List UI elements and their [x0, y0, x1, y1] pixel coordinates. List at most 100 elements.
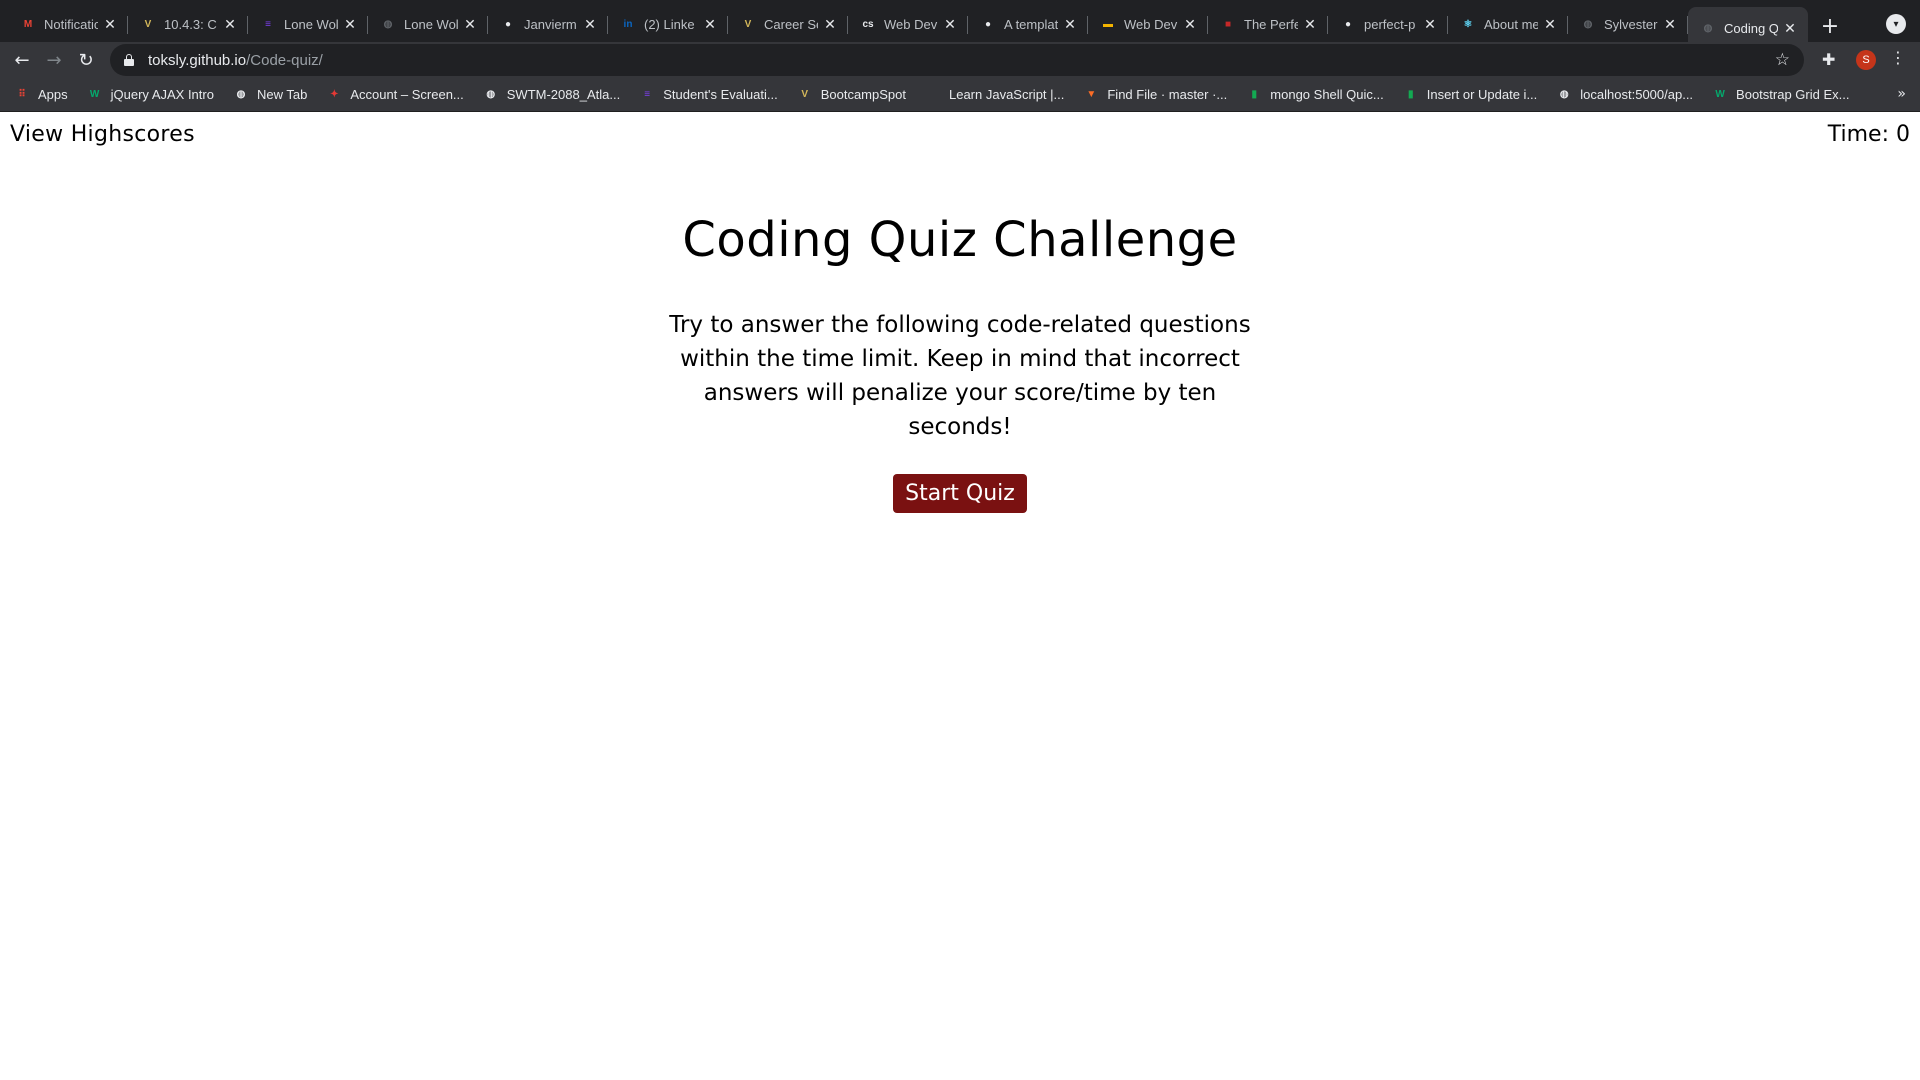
bookmark-label: Student's Evaluati...	[663, 87, 778, 102]
bookmark-item[interactable]: ▮ mongo Shell Quic...	[1246, 81, 1392, 109]
js-icon	[925, 87, 941, 103]
globe-icon: ◍	[1703, 22, 1713, 34]
react-icon: ⚛	[1463, 19, 1473, 30]
quiz-title: Coding Quiz Challenge	[682, 212, 1238, 268]
bookmark-item[interactable]: ◍ localhost:5000/ap...	[1556, 81, 1702, 109]
bookmark-item[interactable]: W Bootstrap Grid Ex...	[1712, 81, 1858, 109]
tab-title: Coding Q	[1724, 20, 1778, 36]
bookmark-label: jQuery AJAX Intro	[110, 87, 214, 102]
url-path: /Code-quiz/	[246, 51, 323, 69]
start-quiz-button[interactable]: Start Quiz	[893, 474, 1027, 513]
apps-grid-icon: ⠿	[18, 89, 26, 100]
tab-close-icon[interactable]: ✕	[582, 16, 598, 33]
tab-close-icon[interactable]: ✕	[1302, 16, 1318, 33]
bookmark-label: localhost:5000/ap...	[1580, 87, 1694, 102]
bookmark-label: New Tab	[256, 87, 308, 102]
tab-close-icon[interactable]: ✕	[702, 16, 718, 33]
bookmark-item[interactable]: ✦ Account – Screen...	[326, 81, 472, 109]
address-bar[interactable]: toksly.github.io/Code-quiz/ ☆	[110, 44, 1804, 76]
github-icon: ●	[504, 19, 512, 30]
bookmark-item[interactable]: V BootcampSpot	[797, 81, 915, 109]
mongo-leaf-icon: ▮	[1251, 89, 1258, 100]
gitlab-icon: ▼	[1086, 89, 1097, 100]
kebab-menu-icon[interactable]: ⋮	[1890, 48, 1906, 67]
bookmark-item[interactable]: ◍ New Tab	[233, 81, 316, 109]
tab-close-icon[interactable]: ✕	[222, 16, 238, 33]
new-tab-button[interactable]: +	[1814, 11, 1846, 43]
linkedin-icon: in	[623, 19, 633, 30]
w3-icon: W	[89, 89, 100, 100]
bookmark-label: SWTM-2088_Atla...	[506, 87, 621, 102]
tab-title: Lone Wol	[284, 17, 338, 32]
back-icon[interactable]: ←	[6, 44, 38, 76]
bookmark-star-icon[interactable]: ☆	[1775, 50, 1790, 70]
bookmark-item[interactable]: ▮ Insert or Update i...	[1403, 81, 1547, 109]
bookmarks-overflow-icon[interactable]: »	[1897, 86, 1906, 102]
slides-icon: ▬	[1103, 19, 1113, 30]
vanderbilt-icon: V	[144, 19, 152, 30]
tab-title: Notificatio	[44, 17, 98, 32]
bookmarks-bar: ⠿ Apps WjQuery AJAX Intro ◍ New Tab ✦ Account …	[0, 78, 1920, 112]
extensions-puzzle-icon[interactable]: ✚	[1822, 50, 1835, 69]
tab-close-icon[interactable]: ✕	[1062, 16, 1078, 33]
tab-close-icon[interactable]: ✕	[1782, 20, 1798, 37]
bookmark-label: BootcampSpot	[820, 87, 906, 102]
tab-title: The Perfe	[1244, 17, 1298, 32]
globe-icon: ◍	[236, 89, 246, 100]
tab-close-icon[interactable]: ✕	[1182, 16, 1198, 33]
tab-search-icon[interactable]: ▾	[1886, 14, 1906, 34]
vanderbilt-icon: V	[744, 19, 752, 30]
w3-icon: W	[1715, 89, 1725, 100]
bookmark-label: Learn JavaScript |...	[948, 87, 1065, 102]
red-icon: ■	[1224, 19, 1232, 30]
browser-toolbar: ← → ↻ toksly.github.io/Code-quiz/ ☆ ✚ S …	[0, 42, 1920, 78]
tab-title: Sylvester	[1604, 17, 1658, 32]
bookmark-item[interactable]: ▼ Find File · master ·...	[1083, 81, 1236, 109]
screencast-icon: ✦	[330, 89, 339, 100]
url-host: toksly.github.io	[148, 51, 247, 69]
bookmark-label: Account – Screen...	[350, 87, 464, 102]
bookmark-label: Apps	[38, 87, 68, 102]
tab-close-icon[interactable]: ✕	[1422, 16, 1438, 33]
bookmark-label: Bootstrap Grid Ex...	[1736, 87, 1850, 102]
tab-close-icon[interactable]: ✕	[942, 16, 958, 33]
profile-avatar[interactable]: S	[1856, 50, 1876, 70]
reload-icon[interactable]: ↻	[70, 44, 102, 76]
tab-title: (2) Linke	[644, 17, 695, 32]
tab-close-icon[interactable]: ✕	[342, 16, 358, 33]
tab-close-icon[interactable]: ✕	[1662, 16, 1678, 33]
globe-icon: ◍	[1559, 89, 1569, 100]
vanderbilt-icon: V	[801, 89, 809, 100]
tab-close-icon[interactable]: ✕	[462, 16, 478, 33]
bookmark-label: Find File · master ·...	[1107, 87, 1228, 102]
timer-display: Time: 0	[1827, 122, 1910, 147]
lock-icon[interactable]	[124, 54, 134, 66]
bookmark-item[interactable]: ≡ Student's Evaluati...	[639, 81, 787, 109]
github-icon: ●	[984, 19, 992, 30]
globe-icon: ◍	[383, 19, 393, 30]
tab-close-icon[interactable]: ✕	[822, 16, 838, 33]
tab-title: Career Se	[764, 17, 818, 32]
bookmark-label: mongo Shell Quic...	[1270, 87, 1384, 102]
page-content: View Highscores Time: 0 Coding Quiz Chal…	[0, 112, 1920, 1080]
github-icon: ●	[1344, 19, 1352, 30]
purple-list-icon: ≡	[265, 19, 271, 30]
tab-title: Janvierm	[524, 17, 577, 32]
bookmark-item[interactable]: ⠿ Apps	[14, 81, 77, 109]
purple-list-icon: ≡	[644, 89, 651, 100]
forward-icon[interactable]: →	[38, 44, 70, 76]
bookmark-item[interactable]: WjQuery AJAX Intro	[87, 81, 223, 109]
view-highscores-link[interactable]: View Highscores	[10, 122, 195, 147]
bookmark-label: Insert or Update i...	[1426, 87, 1538, 102]
tab-title: Web Dev	[1124, 17, 1178, 32]
gmail-icon: M	[23, 19, 33, 30]
tab-close-icon[interactable]: ✕	[1542, 16, 1558, 33]
globe-icon: ◍	[486, 89, 496, 100]
globe-icon: ◍	[1583, 19, 1593, 30]
bookmark-item[interactable]: ◍ SWTM-2088_Atla...	[483, 81, 629, 109]
bookmark-item[interactable]: Learn JavaScript |...	[925, 81, 1073, 109]
tab-close-icon[interactable]: ✕	[102, 16, 118, 33]
url-text[interactable]: toksly.github.io/Code-quiz/	[148, 52, 323, 69]
tab-title: perfect-p	[1364, 17, 1416, 32]
quiz-description: Try to answer the following code-related…	[669, 312, 1251, 440]
